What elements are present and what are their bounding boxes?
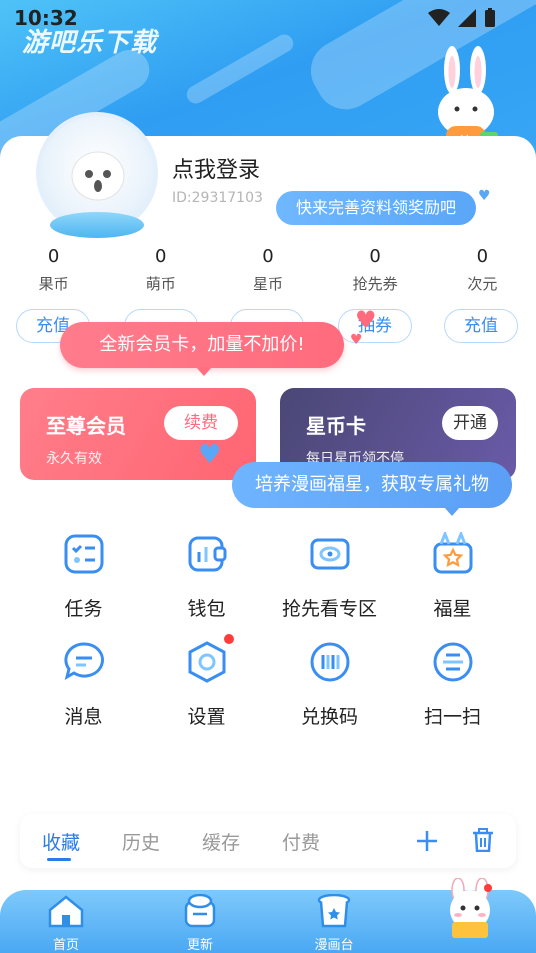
status-icons (428, 8, 496, 28)
grid-label: 兑换码 (300, 706, 358, 728)
trash-icon[interactable] (472, 828, 494, 852)
task-icon (64, 534, 103, 574)
feature-grid: 任务 钱包 抢先看专区 福星 消息 设置 兑换码 扫一扫 (22, 529, 514, 748)
bottom-navigation: 首页 更新 漫画台 (0, 877, 536, 953)
stat-value: 0 (155, 246, 167, 267)
nav-label: 更新 (186, 938, 213, 953)
grid-item-task[interactable]: 任务 (22, 532, 145, 640)
message-icon (63, 642, 104, 681)
nav-label: 漫画台 (314, 938, 354, 953)
grid-item-settings[interactable]: 设置 (145, 634, 268, 748)
mine-mascot-icon (450, 877, 492, 938)
login-link[interactable]: 点我登录 (172, 152, 260, 184)
lucky-star-tip[interactable]: 培养漫画福星，获取专属礼物 (232, 462, 512, 516)
vip-card-title: 至尊会员 (46, 414, 126, 438)
grid-label: 消息 (64, 706, 103, 728)
stat-value: 0 (476, 246, 489, 267)
add-icon[interactable] (416, 830, 438, 852)
stat-ciyuan[interactable]: 0 次元 (429, 246, 536, 294)
redeem-code-icon (310, 642, 349, 682)
stat-xingbi[interactable]: 0 星币 (214, 246, 321, 294)
grid-label: 任务 (64, 598, 103, 620)
active-tab-indicator (47, 858, 71, 861)
stat-label: 萌币 (145, 275, 176, 293)
grid-label: 设置 (187, 706, 226, 728)
comic-stage-icon (317, 893, 351, 928)
stat-label: 次元 (467, 275, 498, 293)
grid-item-message[interactable]: 消息 (22, 640, 145, 748)
library-tabs: 收藏 历史 缓存 付费 (20, 814, 516, 868)
user-id: ID:29317103 (172, 190, 263, 206)
renew-button[interactable]: 续费 (164, 406, 238, 440)
grid-item-wallet[interactable]: 钱包 (145, 532, 268, 640)
notification-dot (224, 634, 234, 644)
grid-item-lucky-star[interactable]: 福星 (391, 529, 514, 640)
grid-item-redeem-code[interactable]: 兑换码 (268, 640, 391, 748)
grid-item-scan[interactable]: 扫一扫 (391, 640, 514, 748)
settings-icon (188, 641, 225, 683)
tab-paid[interactable]: 付费 (282, 828, 320, 855)
tab-history[interactable]: 历史 (122, 828, 160, 855)
activate-button[interactable]: 开通 (442, 406, 498, 440)
grid-label: 钱包 (187, 598, 226, 620)
stat-label: 果币 (38, 275, 69, 293)
heart-icon: ♥ (355, 306, 377, 334)
nav-manhua-tai[interactable]: 漫画台 (294, 893, 374, 953)
stat-mengbi[interactable]: 0 萌币 (107, 246, 214, 294)
scan-icon (433, 642, 472, 682)
lucky-star-icon (433, 529, 472, 574)
stat-label: 抢先券 (352, 275, 398, 293)
avatar[interactable] (36, 112, 158, 238)
grid-label: 抢先看专区 (281, 598, 377, 620)
grid-item-preview-zone[interactable]: 抢先看专区 (268, 532, 391, 640)
recharge-ciyuan-button[interactable]: 充值 (444, 309, 518, 343)
stat-qiangxianquan[interactable]: 0 抢先券 (322, 246, 429, 294)
nav-home[interactable]: 首页 (26, 894, 106, 953)
tab-favorites[interactable]: 收藏 (42, 828, 80, 855)
wallet-stats: 0 果币 0 萌币 0 星币 0 抢先券 0 次元 (0, 246, 536, 294)
grid-label: 福星 (433, 598, 472, 620)
avatar-base (50, 212, 144, 238)
nav-update[interactable]: 更新 (160, 893, 240, 953)
grid-label: 扫一扫 (423, 706, 481, 728)
nav-mine[interactable] (430, 877, 510, 944)
update-icon (184, 893, 216, 928)
stat-value: 0 (47, 246, 60, 267)
default-avatar-icon (71, 151, 125, 201)
wallet-icon (188, 536, 226, 572)
vip-card-subtitle: 永久有效 (46, 451, 102, 467)
stat-guobi[interactable]: 0 果币 (0, 246, 107, 294)
stat-value: 0 (369, 246, 381, 267)
complete-profile-tip[interactable]: 快来完善资料领奖励吧 (276, 191, 476, 225)
signal-icon (458, 9, 476, 27)
preview-icon (310, 538, 349, 570)
heart-icon: ♥ (350, 332, 363, 348)
watermark-logo: 游吧乐下载 (22, 28, 158, 58)
stat-value: 0 (262, 246, 274, 267)
star-card-title: 星币卡 (306, 414, 366, 438)
stat-label: 星币 (252, 275, 283, 293)
wifi-icon (428, 9, 450, 26)
tab-cache[interactable]: 缓存 (202, 828, 240, 855)
heart-icon: ♥ (198, 440, 222, 470)
nav-label: 首页 (52, 938, 79, 953)
home-icon (48, 895, 84, 928)
heart-icon: ♥ (478, 188, 491, 204)
membership-promo-tip[interactable]: 全新会员卡，加量不加价! (60, 322, 344, 376)
battery-icon (485, 8, 495, 27)
